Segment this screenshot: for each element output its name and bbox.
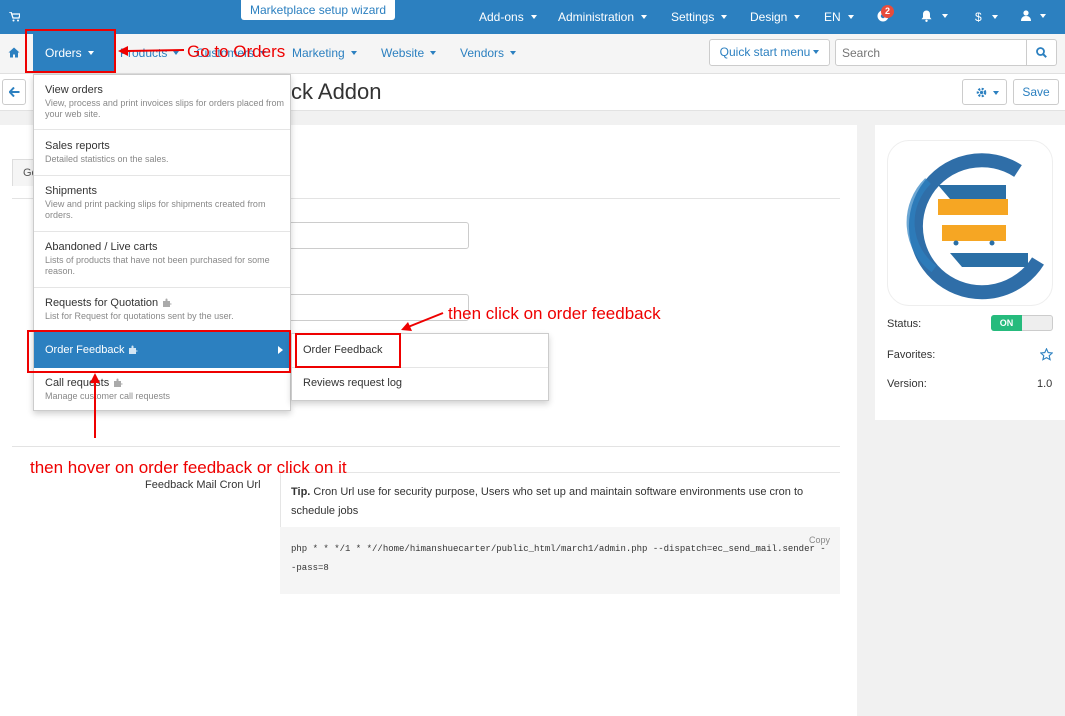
annotation-arrows [90,46,444,438]
arrow-click-feedback [407,312,444,328]
arrow-head-go-to-orders [118,46,128,56]
arrow-head-hover-feedback [90,373,100,383]
arrow-go-to-orders [123,49,185,52]
